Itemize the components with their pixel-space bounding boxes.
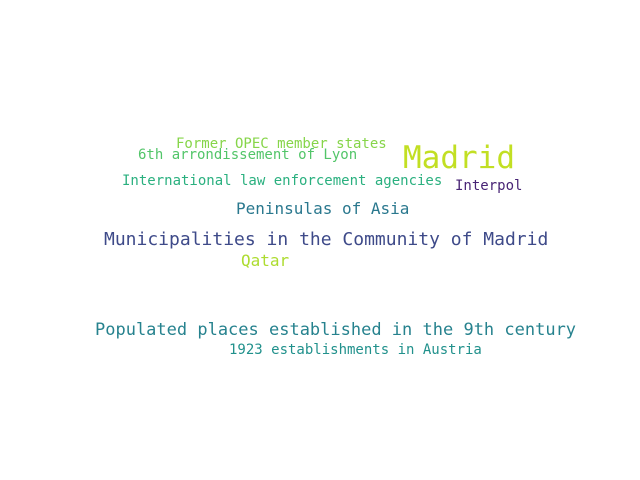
word-international-law-enforcement-agencies: International law enforcement agencies	[122, 173, 443, 189]
word-1923-establishments-in-austria: 1923 establishments in Austria	[229, 342, 482, 358]
word-cloud: Madrid Former OPEC member states 6th arr…	[0, 0, 640, 480]
word-municipalities-in-the-community-of-madrid: Municipalities in the Community of Madri…	[104, 229, 549, 250]
word-6th-arrondissement-of-lyon: 6th arrondissement of Lyon	[138, 147, 358, 163]
word-qatar: Qatar	[241, 251, 290, 270]
word-populated-places-established-in-the-9th-century: Populated places established in the 9th …	[95, 320, 577, 340]
word-interpol: Interpol	[455, 178, 523, 194]
word-peninsulas-of-asia: Peninsulas of Asia	[236, 199, 410, 218]
word-madrid: Madrid	[403, 140, 515, 176]
